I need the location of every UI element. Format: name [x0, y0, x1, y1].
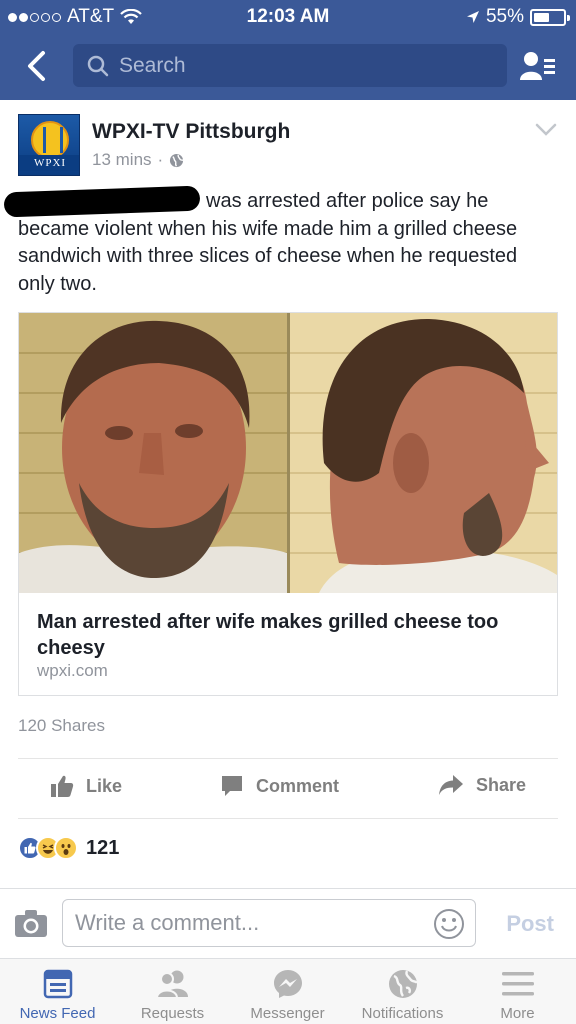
divider	[18, 758, 558, 759]
link-preview-image	[19, 313, 557, 593]
redacted-name	[3, 185, 201, 218]
like-label: Like	[86, 775, 123, 796]
top-header: AT&T 12:03 AM 55%	[0, 0, 576, 100]
status-bar: AT&T 12:03 AM 55%	[0, 0, 576, 34]
battery-area: 55%	[466, 6, 570, 28]
requests-icon	[155, 970, 188, 999]
post-time[interactable]: 13 mins	[92, 150, 152, 170]
thumbs-up-icon	[51, 775, 74, 797]
tab-messenger[interactable]: Messenger	[230, 967, 345, 1022]
globe-icon	[170, 153, 184, 167]
messenger-icon	[273, 970, 302, 998]
share-label: Share	[476, 774, 527, 795]
post-header: WPXI WPXI-TV Pittsburgh 13 mins ·	[0, 100, 576, 180]
tab-more[interactable]: More	[460, 967, 575, 1022]
location-arrow-icon	[466, 11, 479, 23]
chevron-down-icon[interactable]	[534, 122, 558, 138]
battery-icon	[530, 8, 570, 26]
globe-icon	[388, 970, 418, 998]
friends-list-button[interactable]	[518, 46, 558, 86]
meta-separator: ·	[157, 150, 164, 169]
page-name[interactable]: WPXI-TV Pittsburgh	[92, 120, 290, 144]
tab-notifications[interactable]: Notifications	[345, 967, 460, 1022]
nav-bar	[0, 34, 576, 98]
tab-label: Notifications	[361, 1005, 444, 1022]
reactions-summary[interactable]: 121	[18, 836, 119, 860]
tab-label: Messenger	[250, 1005, 325, 1022]
contacts-icon	[520, 52, 555, 80]
post-button[interactable]: Post	[506, 911, 554, 937]
divider	[18, 818, 558, 819]
battery-percent: 55%	[485, 6, 524, 27]
avatar-text: WPXI	[19, 155, 79, 171]
page-avatar[interactable]: WPXI	[18, 114, 80, 176]
link-preview-card[interactable]: Man arrested after wife makes grilled ch…	[18, 312, 558, 696]
share-arrow-icon	[439, 775, 463, 795]
tab-label: More	[500, 1005, 535, 1022]
tab-bar: News Feed Requests Messenger Notificatio…	[0, 958, 576, 1024]
channel-logo-icon	[31, 121, 69, 159]
link-domain: wpxi.com	[37, 661, 108, 680]
news-feed-icon	[43, 969, 72, 999]
post: WPXI WPXI-TV Pittsburgh 13 mins · was ar…	[0, 100, 576, 860]
link-title[interactable]: Man arrested after wife makes grilled ch…	[37, 609, 537, 661]
hamburger-icon	[501, 972, 534, 996]
tab-label: Requests	[140, 1005, 205, 1022]
wow-reaction-icon	[54, 836, 78, 860]
comment-label: Comment	[256, 775, 340, 796]
tab-label: News Feed	[19, 1005, 96, 1022]
comment-input[interactable]	[75, 910, 415, 936]
back-button[interactable]	[18, 44, 54, 88]
reactions-count: 121	[86, 836, 120, 859]
search-input[interactable]	[119, 53, 479, 78]
comment-icon	[222, 776, 242, 796]
smiley-icon[interactable]	[433, 908, 465, 940]
shares-count[interactable]: 120 Shares	[18, 716, 105, 736]
share-button[interactable]: Share	[438, 774, 526, 796]
like-button[interactable]: Like	[50, 774, 122, 798]
camera-icon[interactable]	[14, 909, 48, 939]
comment-bar: Post	[0, 888, 576, 958]
post-text: was arrested after police say he became …	[3, 185, 558, 298]
comment-button[interactable]: Comment	[220, 774, 339, 798]
comment-field[interactable]	[62, 899, 476, 947]
search-bar[interactable]	[73, 44, 507, 87]
post-meta: 13 mins ·	[92, 150, 184, 170]
chevron-left-icon	[28, 51, 45, 81]
tab-news-feed[interactable]: News Feed	[0, 967, 115, 1022]
search-icon	[87, 55, 109, 76]
post-actions: Like Comment Share	[0, 760, 576, 820]
tab-requests[interactable]: Requests	[115, 967, 230, 1022]
